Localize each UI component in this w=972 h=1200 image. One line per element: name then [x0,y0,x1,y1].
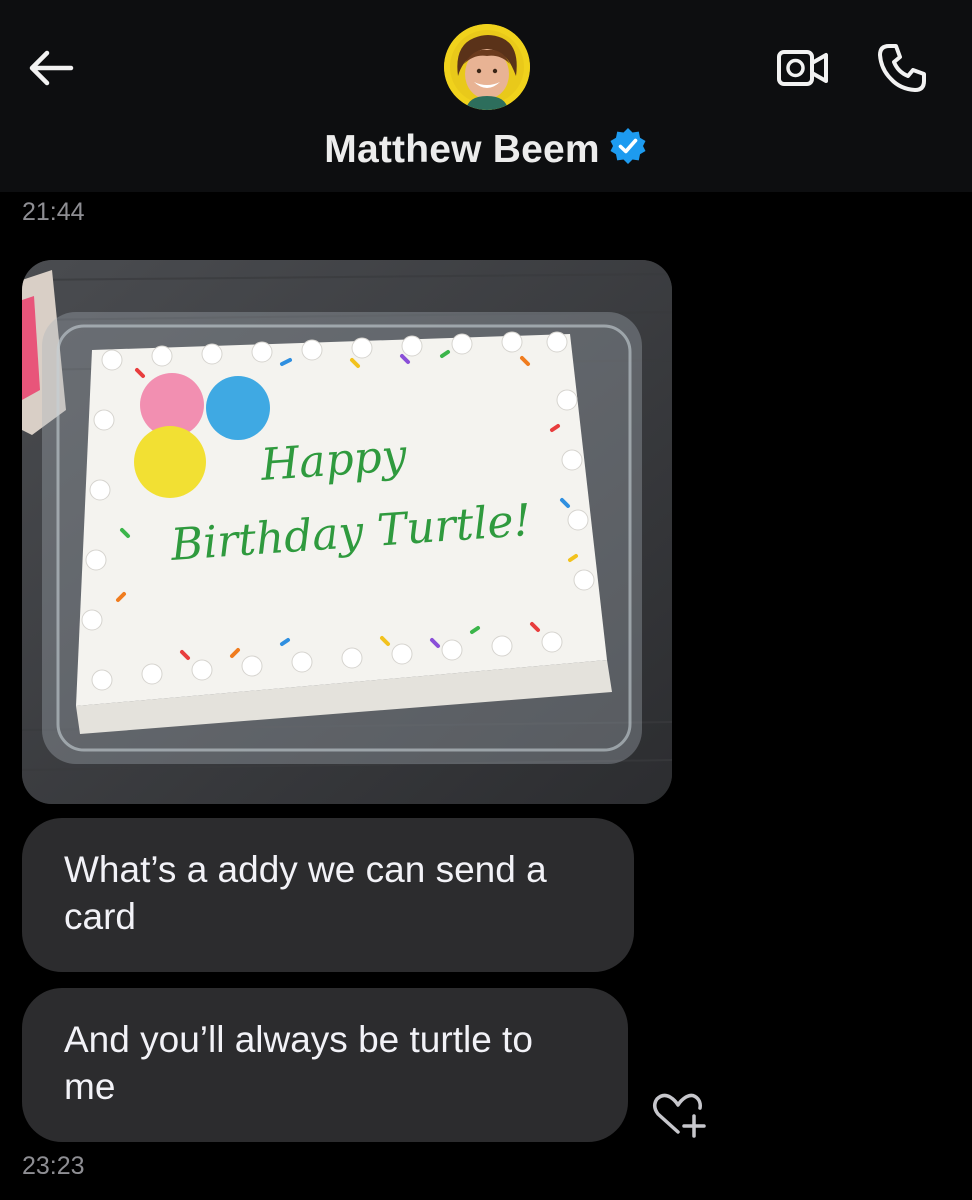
video-camera-icon [777,50,828,86]
contact-name-label: Matthew Beem [324,128,600,171]
voice-call-button[interactable] [872,38,932,98]
verified-badge-icon [610,128,646,164]
react-button[interactable] [650,1090,710,1140]
message-timestamp: 23:23 [22,1152,85,1180]
cake-writing-line-1: Happy [258,430,409,491]
message-bubble[interactable]: What’s a addy we can send a card [22,818,634,972]
message-text: And you’ll always be turtle to me [64,1019,533,1107]
avatar[interactable] [444,24,530,110]
cake-photo: Happy Birthday Turtle! [22,260,672,804]
message-timestamp: 21:44 [22,198,85,226]
message-image[interactable]: Happy Birthday Turtle! [22,260,672,804]
phone-icon [878,44,926,92]
avatar-photo [444,24,530,110]
video-call-button[interactable] [772,40,834,96]
back-button[interactable] [22,40,78,96]
message-bubble[interactable]: And you’ll always be turtle to me [22,988,628,1142]
heart-plus-icon [653,1093,706,1138]
contact-name[interactable]: Matthew Beem [0,126,972,172]
chat-header: Matthew Beem [0,0,972,192]
message-text: What’s a addy we can send a card [64,849,547,937]
arrow-left-icon [29,50,74,86]
